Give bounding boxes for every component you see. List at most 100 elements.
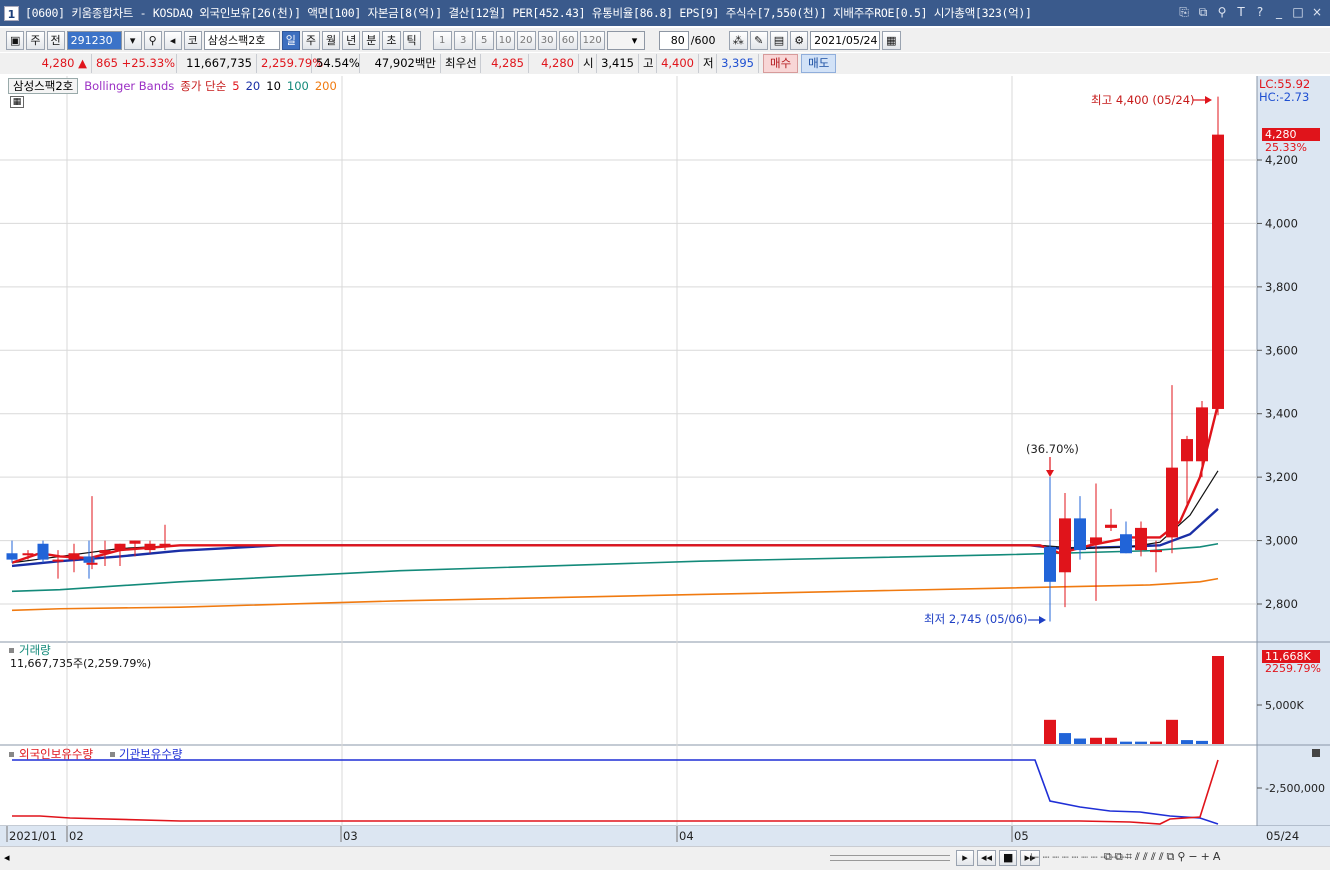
volume-bar: [1166, 719, 1178, 744]
duplicate-icon[interactable]: ⧉: [1196, 4, 1210, 20]
low-price: 3,395: [717, 54, 759, 73]
play-icon[interactable]: ▸: [956, 850, 974, 866]
legend-ma-20[interactable]: 20: [246, 79, 261, 93]
calendar-icon[interactable]: ▦: [882, 30, 901, 50]
search-icon[interactable]: ⚲: [143, 30, 162, 50]
save-icon[interactable]: ▤: [769, 30, 789, 50]
candle-up: [1212, 134, 1224, 409]
scroll-left-icon[interactable]: ◂: [4, 851, 10, 864]
candle-up: [129, 540, 141, 544]
price-tick-label: 2,800: [1265, 597, 1298, 611]
view-tools[interactable]: ⧉⧉⌗⫽⫽⫽⫽⧉⚲−+A: [1104, 850, 1223, 864]
legend-ma-200[interactable]: 200: [315, 79, 337, 93]
text-icon[interactable]: T: [1234, 4, 1248, 20]
rewind-icon[interactable]: ◂◂: [977, 850, 997, 866]
tab-year[interactable]: 년: [342, 30, 361, 50]
tab-minute[interactable]: 분: [362, 30, 381, 50]
tool-icon[interactable]: ✎: [749, 30, 768, 50]
date-label: 2021/01: [9, 829, 57, 843]
candle-up: [1166, 467, 1178, 538]
legend-bollinger[interactable]: Bollinger Bands: [84, 79, 174, 93]
tab-month[interactable]: 월: [322, 30, 341, 50]
market-select[interactable]: 주: [26, 30, 45, 50]
volume-bar: [1059, 733, 1071, 744]
window-controls: ⎘ ⧉ ⚲ T ? _ □ ×: [1177, 4, 1324, 20]
legend-ma-100[interactable]: 100: [287, 79, 309, 93]
date-label-last: 05/24: [1266, 829, 1299, 843]
grid-toggle-icon[interactable]: ▦: [10, 96, 24, 108]
candle-up: [1196, 407, 1208, 462]
window-titlebar: 1 [0600] 키움종합차트 - KOSDAQ 외국인보유[26(천)] 액면…: [0, 0, 1330, 26]
minimize-button[interactable]: _: [1272, 4, 1286, 20]
interval-30[interactable]: 30: [537, 30, 557, 50]
volume-bar: [1074, 738, 1086, 744]
count-input[interactable]: 80: [658, 30, 689, 50]
scroll-thumb[interactable]: [830, 855, 950, 861]
volume-legend-marker: [9, 648, 14, 653]
date-input[interactable]: 2021/05/24: [810, 30, 881, 50]
interval-select[interactable]: ▾: [606, 30, 645, 50]
window-title: [0600] 키움종합차트 - KOSDAQ 외국인보유[26(천)] 액면[1…: [25, 6, 1032, 20]
tab-week[interactable]: 주: [301, 30, 321, 50]
search-icon[interactable]: ⚲: [1215, 4, 1229, 20]
stop-icon[interactable]: ■: [999, 850, 1018, 866]
all-button[interactable]: 전: [46, 30, 65, 50]
candle-down: [83, 556, 95, 563]
sell-button[interactable]: 매도: [801, 54, 837, 73]
candle-up: [99, 550, 111, 554]
layout-icon[interactable]: ▣: [6, 30, 25, 50]
best-ask: 4,285: [481, 54, 529, 73]
close-button[interactable]: ×: [1310, 4, 1324, 20]
price-tick-label: 3,000: [1265, 534, 1298, 548]
tab-tick[interactable]: 틱: [402, 30, 421, 50]
candle-up: [1105, 524, 1117, 528]
code-dropdown-icon[interactable]: ▾: [123, 30, 142, 50]
interval-5[interactable]: 5: [474, 30, 494, 50]
volume-current-pct: 2259.79%: [1265, 662, 1321, 675]
candle-down: [37, 543, 49, 560]
gear-icon[interactable]: ⚙: [790, 30, 809, 50]
volume-tick: 5,000K: [1265, 699, 1304, 712]
tab-second[interactable]: 초: [382, 30, 401, 50]
indicator-icon[interactable]: ⁂: [728, 30, 748, 50]
sound-icon[interactable]: ◂: [163, 30, 182, 50]
price-tick-label: 3,400: [1265, 407, 1298, 421]
foreign-label: 외국인보유수량: [19, 747, 93, 761]
date-label: 04: [679, 829, 694, 843]
maximize-button[interactable]: □: [1291, 4, 1305, 20]
stock-code-input[interactable]: 291230: [66, 30, 122, 50]
legend-ma-label[interactable]: 종가 단순: [180, 78, 226, 94]
low-label: 저: [699, 54, 717, 73]
copy-icon[interactable]: ⎘: [1177, 4, 1191, 20]
legend-stock-name[interactable]: 삼성스팩2호: [8, 78, 79, 94]
candle-down: [1044, 546, 1056, 582]
interval-10[interactable]: 10: [495, 30, 515, 50]
candle-up: [68, 553, 80, 560]
tab-day[interactable]: 일: [281, 30, 300, 50]
candle-up: [159, 543, 171, 546]
volume-bar: [1135, 741, 1147, 744]
trade-amount: 47,902백만: [360, 54, 441, 73]
window-number[interactable]: 1: [4, 5, 19, 21]
chart-area[interactable]: 4,200 4,000 3,800 3,600 3,400 3,200 3,000 2,800…: [0, 76, 1330, 846]
panel-close-icon[interactable]: [1312, 749, 1320, 757]
legend-ma-10[interactable]: 10: [266, 79, 281, 93]
chart-svg[interactable]: 4,200 4,000 3,800 3,600 3,400 3,200 3,000 2,800…: [0, 76, 1330, 846]
price-change: 865 +25.33%: [92, 54, 177, 73]
interval-3[interactable]: 3: [453, 30, 473, 50]
interval-120[interactable]: 120: [579, 30, 605, 50]
buy-button[interactable]: 매수: [763, 54, 799, 73]
interval-1[interactable]: 1: [432, 30, 452, 50]
interval-20[interactable]: 20: [516, 30, 536, 50]
market-prefix[interactable]: 코: [183, 30, 202, 50]
price-tick-label: 4,000: [1265, 216, 1298, 230]
date-label: 03: [343, 829, 358, 843]
legend-ma-5[interactable]: 5: [232, 79, 239, 93]
hc-label: HC:-2.73: [1259, 90, 1309, 104]
help-icon[interactable]: ?: [1253, 4, 1267, 20]
volume-bar: [1181, 740, 1193, 744]
interval-60[interactable]: 60: [558, 30, 578, 50]
pct-annotation: (36.70%): [1026, 442, 1079, 456]
bottom-scrollbar[interactable]: ◂ ▸ ◂◂ ■ ▸▸ ⊢┈┈┈┈┈┈┈┈┈ ⧉⧉⌗⫽⫽⫽⫽⧉⚲−+A: [0, 846, 1330, 870]
price-axis-bg: [1257, 76, 1330, 826]
